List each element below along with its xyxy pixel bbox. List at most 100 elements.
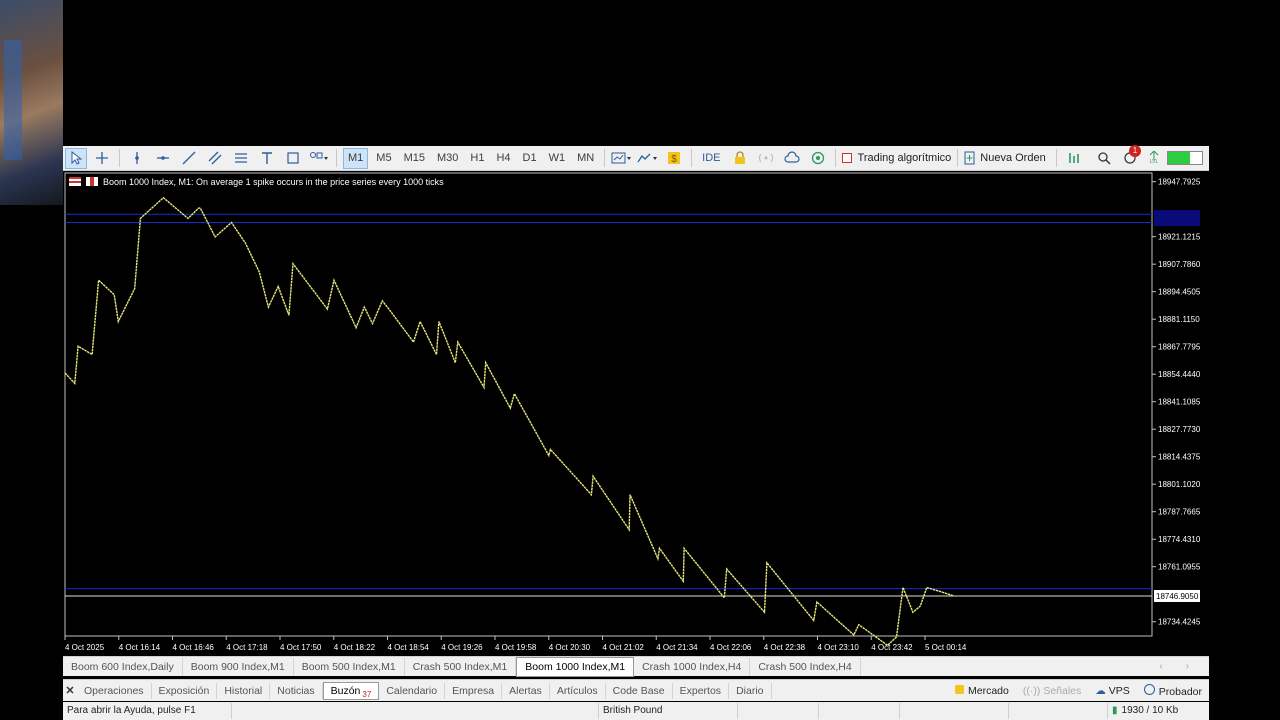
- signal-icon[interactable]: [755, 148, 777, 169]
- market-button[interactable]: Mercado: [948, 684, 1016, 697]
- symbol-tabs: Boom 600 Index,Daily Boom 900 Index,M1 Boo…: [63, 656, 1209, 677]
- timeframe-m5[interactable]: M5: [372, 148, 395, 169]
- toolbox-tab[interactable]: Operaciones: [77, 682, 152, 699]
- x-tick-label: 4 Oct 17:18: [226, 643, 268, 652]
- fibonacci-icon[interactable]: [230, 148, 252, 169]
- x-tick-label: 5 Oct 00:14: [925, 643, 967, 652]
- profile-name[interactable]: British Pound: [599, 703, 738, 719]
- webcam-highlight: [4, 40, 22, 160]
- toolbox-tab-label: Alertas: [509, 684, 542, 697]
- objects-menu-icon[interactable]: [308, 148, 330, 169]
- timeframe-d1[interactable]: D1: [519, 148, 541, 169]
- help-text: Para abrir la Ayuda, pulse F1: [63, 703, 232, 719]
- dollar-icon[interactable]: $: [663, 148, 685, 169]
- tester-label: Probador: [1158, 685, 1202, 698]
- signals-button[interactable]: ((·)) Señales: [1016, 685, 1088, 697]
- symbol-tab[interactable]: Boom 500 Index,M1: [294, 657, 405, 676]
- crosshair-icon[interactable]: [91, 148, 113, 169]
- symbol-tab[interactable]: Boom 1000 Index,M1: [516, 656, 635, 677]
- timeframe-mn[interactable]: MN: [573, 148, 598, 169]
- toolbox-tab[interactable]: Code Base: [606, 682, 673, 699]
- notification-badge: 1: [1129, 144, 1141, 157]
- cursor-icon[interactable]: [65, 147, 87, 169]
- chart-type-icon[interactable]: [611, 148, 633, 169]
- lock-icon[interactable]: [729, 148, 751, 169]
- vps-button[interactable]: ☁ VPS: [1088, 685, 1137, 697]
- symbol-tab[interactable]: Crash 500 Index,M1: [405, 657, 517, 676]
- x-tick-label: 4 Oct 2025: [65, 643, 105, 652]
- toolbox-tab[interactable]: Expertos: [673, 682, 730, 699]
- channel-icon[interactable]: [204, 148, 226, 169]
- symbol-tab[interactable]: Crash 1000 Index,H4: [634, 657, 751, 676]
- vps-label: VPS: [1108, 684, 1130, 697]
- timeframe-h1[interactable]: H1: [466, 148, 488, 169]
- timeframe-m1[interactable]: M1: [343, 147, 369, 169]
- symbol-tab[interactable]: Crash 500 Index,H4: [750, 657, 861, 676]
- toolbox-tab[interactable]: Diario: [729, 682, 772, 699]
- y-tick-label: 18907.7860: [1158, 260, 1201, 269]
- timeframe-group: M1 M5 M15 M30 H1 H4 D1 W1 MN: [341, 147, 600, 169]
- y-tick-label: 18734.4245: [1158, 618, 1201, 627]
- text-icon[interactable]: [256, 148, 278, 169]
- level-axis-marker: [1154, 210, 1200, 227]
- new-order-button[interactable]: Nueva Orden: [964, 148, 1049, 169]
- toolbox-tab[interactable]: Buzón 37: [322, 681, 380, 700]
- timeframe-h4[interactable]: H4: [492, 148, 514, 169]
- status-spacer: [1009, 703, 1108, 719]
- toolbox-tab-label: Code Base: [612, 684, 665, 697]
- toolbar-divider: [691, 149, 693, 167]
- network-icon[interactable]: [807, 148, 829, 169]
- symbol-tab[interactable]: Boom 600 Index,Daily: [63, 657, 183, 676]
- toolbox-tab-label: Buzón: [330, 684, 361, 697]
- new-order-icon: [964, 151, 975, 165]
- close-icon[interactable]: ✕: [63, 684, 77, 697]
- vertical-line-icon[interactable]: [126, 148, 148, 169]
- toolbox-tab[interactable]: Noticias: [270, 682, 323, 699]
- x-tick-label: 4 Oct 19:26: [441, 643, 483, 652]
- symbol-tab[interactable]: Boom 900 Index,M1: [183, 657, 294, 676]
- toolbox-tab-label: Artículos: [556, 684, 598, 697]
- timeframe-m30[interactable]: M30: [433, 148, 462, 169]
- search-icon[interactable]: [1093, 148, 1115, 169]
- y-tick-label: 18774.4310: [1158, 535, 1201, 544]
- toolbar-divider: [604, 149, 606, 167]
- status-spacer: [738, 703, 819, 719]
- toolbox-tab-label: Diario: [736, 684, 764, 697]
- tab-scroll-arrows[interactable]: ‹ ›: [1160, 661, 1209, 672]
- shapes-icon[interactable]: [282, 148, 304, 169]
- toolbox-tab[interactable]: Historial: [217, 682, 271, 699]
- toolbox-right-tools: Mercado ((·)) Señales ☁ VPS Probador: [948, 683, 1209, 698]
- algo-trading-button[interactable]: Trading algorítmico: [841, 148, 951, 169]
- y-tick-label: 18921.1215: [1158, 233, 1201, 242]
- cloud-icon[interactable]: [781, 148, 803, 169]
- toolbox-tab[interactable]: Alertas: [502, 682, 550, 699]
- y-tick-label: 18894.4505: [1158, 288, 1201, 297]
- y-tick-label: 18947.7925: [1158, 178, 1201, 187]
- x-tick-label: 4 Oct 20:30: [549, 643, 591, 652]
- toolbox-tab-label: Historial: [224, 684, 263, 697]
- toolbox-bar: ✕ Operaciones Exposición Historial Noticias…: [63, 679, 1209, 701]
- toolbar-divider: [1055, 149, 1057, 167]
- plot-frame: [64, 172, 1153, 637]
- y-tick-label: 18881.1150: [1158, 315, 1200, 324]
- tester-button[interactable]: Probador: [1137, 683, 1209, 698]
- status-spacer: [900, 703, 1009, 719]
- toolbox-tab[interactable]: Exposición: [152, 682, 218, 699]
- horizontal-line-icon[interactable]: [152, 148, 174, 169]
- price-chart[interactable]: Boom 1000 Index, M1: On average 1 spike …: [63, 172, 1209, 655]
- toolbox-tab[interactable]: Empresa: [445, 682, 503, 699]
- notifications-button[interactable]: 1: [1119, 144, 1141, 169]
- timeframe-w1[interactable]: W1: [545, 148, 570, 169]
- stop-icon: [841, 153, 852, 163]
- ide-button[interactable]: IDE: [698, 148, 724, 169]
- depth-of-market-icon[interactable]: [1063, 148, 1085, 169]
- timeframe-m15[interactable]: M15: [400, 148, 429, 169]
- toolbox-tab[interactable]: Artículos: [550, 682, 606, 699]
- connection-status: ▮ 1930 / 10 Kb: [1108, 703, 1182, 719]
- trendline-icon[interactable]: [178, 148, 200, 169]
- level-indicator: LVL: [1145, 148, 1163, 169]
- toolbox-tab[interactable]: Calendario: [379, 682, 446, 699]
- toolbox-tabs: Operaciones Exposición Historial Noticias Bu…: [77, 681, 772, 700]
- x-tick-label: 4 Oct 23:42: [871, 643, 913, 652]
- indicators-icon[interactable]: [637, 148, 659, 169]
